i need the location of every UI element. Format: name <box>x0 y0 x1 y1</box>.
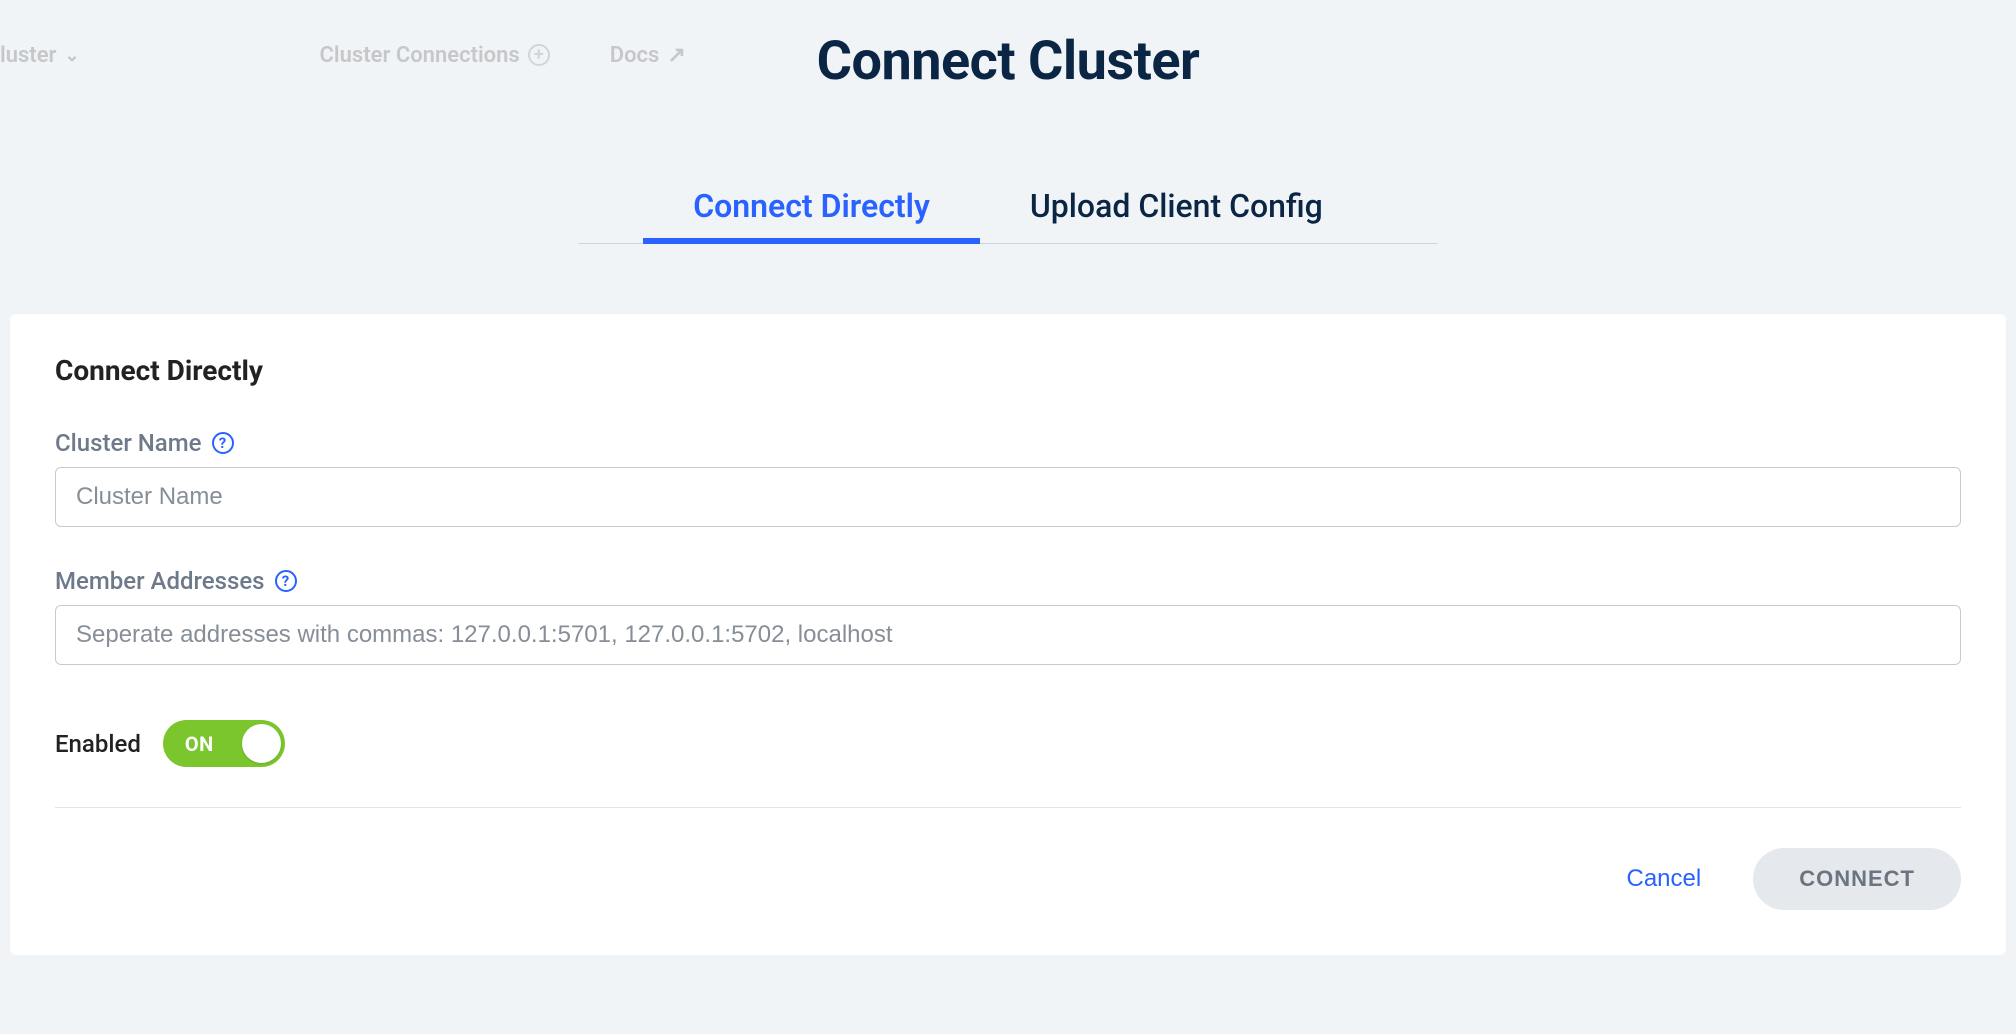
tab-connect-directly[interactable]: Connect Directly <box>643 173 980 243</box>
external-link-icon: ↗ <box>667 43 685 68</box>
enabled-label: Enabled <box>55 730 141 758</box>
bg-nav-item-1: luster <box>0 43 56 68</box>
tabs: Connect Directly Upload Client Config <box>578 173 1438 244</box>
panel-heading: Connect Directly <box>55 354 1961 387</box>
enabled-toggle[interactable]: ON <box>163 720 285 767</box>
member-addresses-label: Member Addresses <box>55 567 265 595</box>
toggle-knob <box>242 724 281 763</box>
cancel-button[interactable]: Cancel <box>1615 855 1714 903</box>
divider <box>55 807 1961 808</box>
chevron-down-icon: ⌄ <box>64 45 79 66</box>
background-nav: luster ⌄ Cluster Connections + Docs ↗ <box>0 35 746 75</box>
help-icon[interactable]: ? <box>212 432 234 454</box>
plus-circle-icon: + <box>528 44 550 66</box>
cluster-name-input[interactable] <box>55 467 1961 527</box>
tab-upload-client-config[interactable]: Upload Client Config <box>980 173 1373 243</box>
connect-button[interactable]: CONNECT <box>1753 848 1961 910</box>
help-icon[interactable]: ? <box>275 570 297 592</box>
toggle-state-text: ON <box>185 732 214 756</box>
cluster-name-label: Cluster Name <box>55 429 202 457</box>
bg-nav-item-3: Docs <box>610 43 660 68</box>
bg-nav-item-2: Cluster Connections <box>320 43 520 68</box>
member-addresses-input[interactable] <box>55 605 1961 665</box>
connect-directly-panel: Connect Directly Cluster Name ? Member A… <box>10 314 2006 955</box>
